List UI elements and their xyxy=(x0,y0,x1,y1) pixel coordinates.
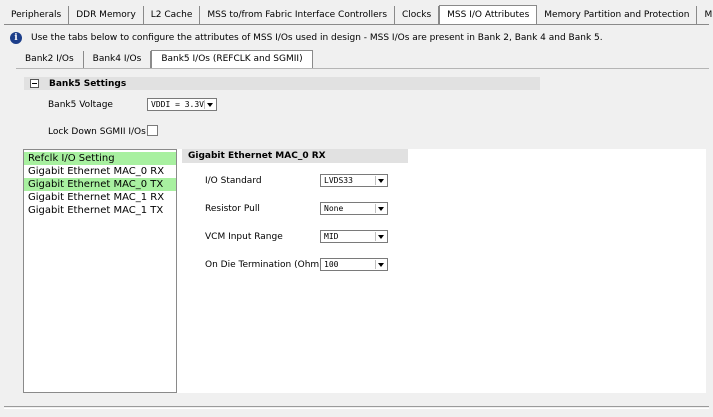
io-standard-select[interactable]: LVDS33 xyxy=(320,174,388,187)
vcm-input-range-select[interactable]: MID xyxy=(320,230,388,243)
bank5-voltage-select[interactable]: VDDI = 3.3V xyxy=(147,98,217,111)
bank-tab-bar: Bank2 I/Os Bank4 I/Os Bank5 I/Os (REFCLK… xyxy=(16,50,313,68)
info-banner: i Use the tabs below to configure the at… xyxy=(10,31,603,45)
subtab-bank4[interactable]: Bank4 I/Os xyxy=(84,51,152,68)
resistor-pull-label: Resistor Pull xyxy=(205,204,260,214)
bank5-voltage-label: Bank5 Voltage xyxy=(48,100,113,110)
list-item[interactable]: Gigabit Ethernet MAC_1 RX xyxy=(24,191,176,204)
chevron-down-icon[interactable] xyxy=(375,232,385,241)
tab-misc[interactable]: Misc xyxy=(697,6,713,24)
bank-tab-divider xyxy=(16,68,709,69)
chevron-down-icon[interactable] xyxy=(204,100,214,109)
bottom-divider xyxy=(4,406,709,407)
list-item[interactable]: Gigabit Ethernet MAC_0 RX xyxy=(24,165,176,178)
odt-label: On Die Termination (Ohm) xyxy=(205,260,323,270)
info-icon: i xyxy=(10,32,22,44)
odt-select[interactable]: 100 xyxy=(320,258,388,271)
chevron-down-icon[interactable] xyxy=(375,204,385,213)
bank5-settings-header[interactable]: Bank5 Settings xyxy=(24,77,540,90)
resistor-pull-select[interactable]: None xyxy=(320,202,388,215)
tab-ddr-memory[interactable]: DDR Memory xyxy=(69,6,144,24)
bottom-divider-highlight xyxy=(4,408,709,409)
io-standard-value: LVDS33 xyxy=(324,176,353,185)
bank5-voltage-value: VDDI = 3.3V xyxy=(151,100,204,109)
vcm-input-range-value: MID xyxy=(324,232,339,241)
tab-l2-cache[interactable]: L2 Cache xyxy=(144,6,201,24)
list-item[interactable]: Refclk I/O Setting xyxy=(24,152,176,165)
tab-mss-io-attributes[interactable]: MSS I/O Attributes xyxy=(439,5,538,25)
tab-peripherals[interactable]: Peripherals xyxy=(4,6,70,24)
resistor-pull-value: None xyxy=(324,204,344,213)
io-detail-title: Gigabit Ethernet MAC_0 RX xyxy=(182,149,408,163)
odt-value: 100 xyxy=(324,260,339,269)
subtab-bank5[interactable]: Bank5 I/Os (REFCLK and SGMII) xyxy=(151,50,313,68)
main-tab-bar: Peripherals DDR Memory L2 Cache MSS to/f… xyxy=(4,5,713,25)
list-item[interactable]: Gigabit Ethernet MAC_0 TX xyxy=(24,178,176,191)
chevron-down-icon[interactable] xyxy=(375,176,385,185)
info-text: Use the tabs below to configure the attr… xyxy=(31,33,603,43)
tab-memory-partition-protection[interactable]: Memory Partition and Protection xyxy=(537,6,698,24)
tab-fabric-interface-controllers[interactable]: MSS to/from Fabric Interface Controllers xyxy=(200,6,396,24)
lockdown-sgmii-label: Lock Down SGMII I/Os xyxy=(48,127,146,137)
subtab-bank2[interactable]: Bank2 I/Os xyxy=(16,51,84,68)
vcm-input-range-label: VCM Input Range xyxy=(205,232,283,242)
tab-bar-divider xyxy=(4,24,709,25)
tab-clocks[interactable]: Clocks xyxy=(395,6,440,24)
lockdown-sgmii-checkbox[interactable] xyxy=(147,125,158,136)
collapse-icon[interactable] xyxy=(30,79,39,88)
io-standard-label: I/O Standard xyxy=(205,176,262,186)
bank5-settings-title: Bank5 Settings xyxy=(49,78,127,89)
chevron-down-icon[interactable] xyxy=(375,260,385,269)
list-item[interactable]: Gigabit Ethernet MAC_1 TX xyxy=(24,204,176,217)
io-list: Refclk I/O Setting Gigabit Ethernet MAC_… xyxy=(23,149,177,393)
